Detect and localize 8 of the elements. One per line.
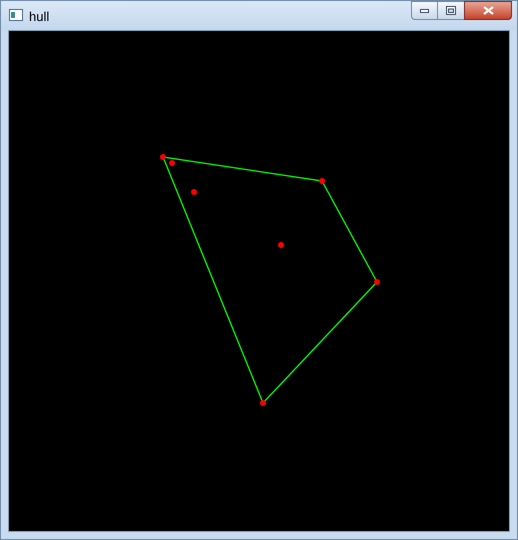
minimize-icon	[420, 8, 429, 12]
minimize-button[interactable]	[411, 1, 438, 20]
app-icon	[9, 9, 23, 21]
close-button[interactable]	[464, 1, 512, 20]
maximize-button[interactable]	[438, 1, 464, 20]
restore-icon	[446, 6, 456, 15]
window-title: hull	[29, 8, 50, 26]
close-icon	[482, 6, 494, 15]
